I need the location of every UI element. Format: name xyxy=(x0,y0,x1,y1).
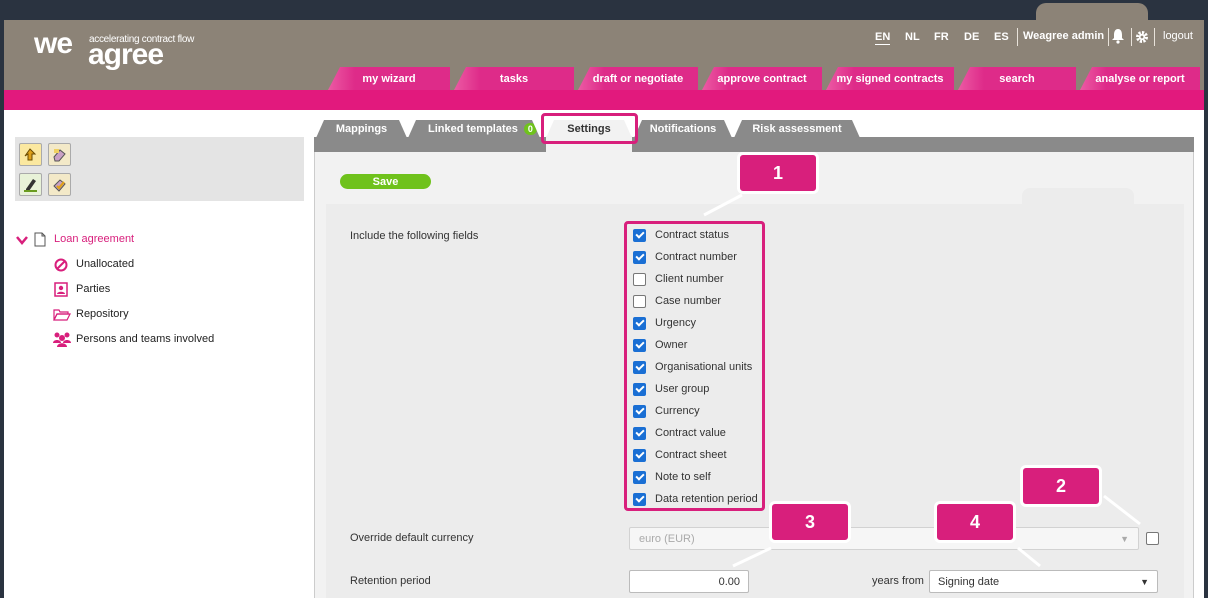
callout-1: 1 xyxy=(737,152,819,194)
callout-2: 2 xyxy=(1020,465,1102,507)
callout-arrows xyxy=(703,193,1141,568)
callout-3: 3 xyxy=(769,501,851,543)
callout-4: 4 xyxy=(934,501,1016,543)
